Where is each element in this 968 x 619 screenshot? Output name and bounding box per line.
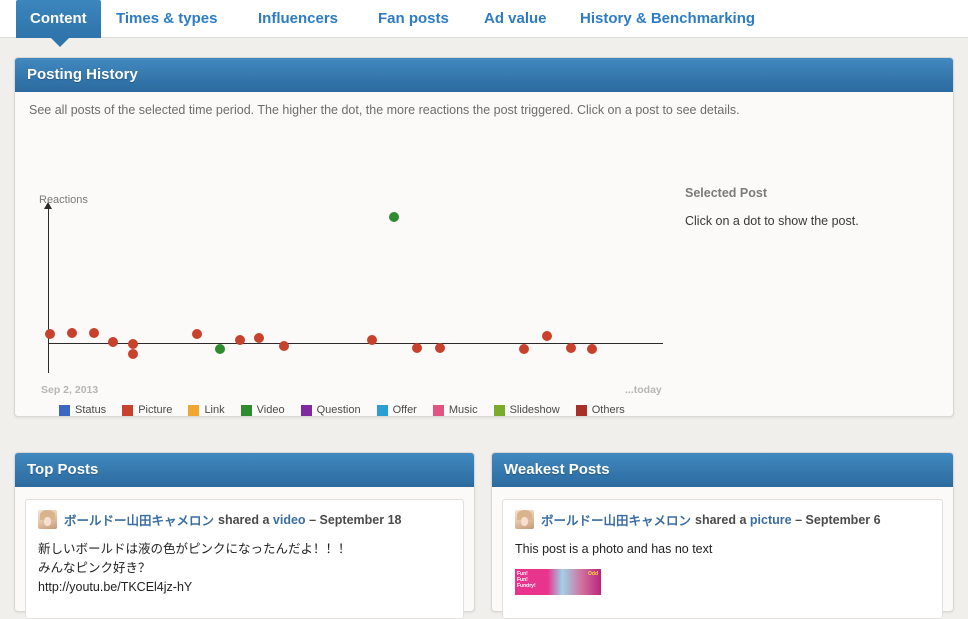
weakest-post-author[interactable]: ボールドー山田キャメロン xyxy=(541,510,691,529)
legend-swatch-slideshow-icon xyxy=(493,404,505,416)
chart-legend: Status Picture Link Video Question Offer Music… xyxy=(59,404,641,416)
weakest-post-card[interactable]: ボールドー山田キャメロン shared a picture – Septembe… xyxy=(502,499,943,619)
top-post-separator: – xyxy=(309,512,317,527)
weakest-posts-title: Weakest Posts xyxy=(492,453,953,487)
top-post-card[interactable]: ボールドー山田キャメロン shared a video – September … xyxy=(25,499,464,619)
top-posts-panel: Top Posts ボールドー山田キャメロン shared a video – … xyxy=(14,452,475,619)
legend-label: Music xyxy=(448,404,478,416)
legend-label: Offer xyxy=(392,404,417,416)
legend-label: Question xyxy=(316,404,361,416)
legend-swatch-offer-icon xyxy=(376,404,388,416)
top-post-verb: shared a xyxy=(218,512,270,527)
scatter-dot-picture-14[interactable] xyxy=(435,343,445,353)
legend-label: Status xyxy=(75,404,107,416)
legend-swatch-music-icon xyxy=(432,404,444,416)
weakest-post-header: ボールドー山田キャメロン shared a picture – Septembe… xyxy=(515,510,930,529)
x-axis-end-label: ...today xyxy=(625,384,662,396)
legend-item-status[interactable]: Status xyxy=(59,404,106,416)
scatter-dot-picture-2[interactable] xyxy=(89,328,99,338)
weakest-post-thumbnail[interactable]: Fun! Fun! Fundry! Odd xyxy=(515,569,601,595)
posting-history-panel: Posting History See all posts of the sel… xyxy=(14,57,954,417)
scatter-dot-picture-5[interactable] xyxy=(128,349,138,359)
thumbnail-badge: Odd xyxy=(588,571,598,577)
scatter-dot-picture-9[interactable] xyxy=(254,333,264,343)
scatter-dot-picture-1[interactable] xyxy=(67,328,77,338)
scatter-dot-picture-0[interactable] xyxy=(45,329,55,339)
avatar xyxy=(515,510,534,529)
posting-history-description: See all posts of the selected time perio… xyxy=(29,103,740,117)
scatter-dot-picture-3[interactable] xyxy=(108,337,118,347)
scatter-dot-picture-10[interactable] xyxy=(279,341,289,351)
scatter-dot-picture-8[interactable] xyxy=(235,335,245,345)
posting-history-chart[interactable]: Reactions Sep 2, 2013 ...today Status Pic… xyxy=(29,186,689,426)
legend-label: Picture xyxy=(138,404,173,416)
legend-label: Link xyxy=(204,404,225,416)
scatter-dot-picture-17[interactable] xyxy=(566,343,576,353)
weakest-post-type[interactable]: picture xyxy=(750,513,792,527)
legend-item-offer[interactable]: Offer xyxy=(376,404,417,416)
tab-content[interactable]: Content xyxy=(16,0,101,38)
scatter-dot-picture-4[interactable] xyxy=(128,339,138,349)
weakest-post-date: September 6 xyxy=(805,512,881,527)
top-post-type[interactable]: video xyxy=(273,513,306,527)
top-post-header: ボールドー山田キャメロン shared a video – September … xyxy=(38,510,451,529)
top-post-body: 新しいボールドは液の色がピンクになったんだよ！！！ みんなピンク好き？ http… xyxy=(38,542,351,594)
legend-item-picture[interactable]: Picture xyxy=(122,404,172,416)
tab-times-types[interactable]: Times & types xyxy=(116,0,217,38)
scatter-dot-video-7[interactable] xyxy=(215,344,225,354)
scatter-dot-picture-16[interactable] xyxy=(542,331,552,341)
legend-item-others[interactable]: Others xyxy=(575,404,625,416)
tab-influencers[interactable]: Influencers xyxy=(258,0,338,38)
selected-post-section: Selected Post Click on a dot to show the… xyxy=(685,186,941,228)
scatter-dot-picture-11[interactable] xyxy=(367,335,377,345)
weakest-post-separator: – xyxy=(795,512,803,527)
scatter-dot-picture-6[interactable] xyxy=(192,329,202,339)
active-tab-pointer-icon xyxy=(51,38,69,47)
weakest-post-verb: shared a xyxy=(695,512,747,527)
y-axis-line xyxy=(48,208,49,373)
legend-label: Others xyxy=(591,404,625,416)
legend-item-question[interactable]: Question xyxy=(300,404,361,416)
thumbnail-caption: Fun! Fun! Fundry! xyxy=(517,571,536,589)
selected-post-hint: Click on a dot to show the post. xyxy=(685,214,859,228)
legend-swatch-video-icon xyxy=(240,404,252,416)
tab-fan-posts[interactable]: Fan posts xyxy=(378,0,449,38)
tab-history-benchmarking[interactable]: History & Benchmarking xyxy=(580,0,755,38)
scatter-dot-picture-15[interactable] xyxy=(519,344,529,354)
weakest-posts-panel: Weakest Posts ボールドー山田キャメロン shared a pict… xyxy=(491,452,954,619)
legend-label: Video xyxy=(256,404,285,416)
main-tab-bar: Content Times & types Influencers Fan po… xyxy=(0,0,968,47)
top-post-date: September 18 xyxy=(319,512,402,527)
top-post-author[interactable]: ボールドー山田キャメロン xyxy=(64,510,214,529)
legend-swatch-others-icon xyxy=(575,404,587,416)
legend-swatch-link-icon xyxy=(188,404,200,416)
posting-history-title: Posting History xyxy=(15,58,953,92)
avatar xyxy=(38,510,57,529)
scatter-dot-video-12[interactable] xyxy=(389,212,399,222)
legend-swatch-picture-icon xyxy=(122,404,134,416)
legend-item-link[interactable]: Link xyxy=(188,404,225,416)
top-posts-title: Top Posts xyxy=(15,453,474,487)
tab-ad-value[interactable]: Ad value xyxy=(484,0,547,38)
legend-swatch-status-icon xyxy=(59,404,70,416)
legend-label: Slideshow xyxy=(509,404,560,416)
scatter-dot-picture-18[interactable] xyxy=(587,344,597,354)
legend-swatch-question-icon xyxy=(300,404,312,416)
selected-post-title: Selected Post xyxy=(685,186,767,200)
weakest-post-body: This post is a photo and has no text xyxy=(515,542,713,556)
legend-item-music[interactable]: Music xyxy=(432,404,478,416)
scatter-dot-picture-13[interactable] xyxy=(412,343,422,353)
legend-item-slideshow[interactable]: Slideshow xyxy=(493,404,560,416)
posting-history-body: See all posts of the selected time perio… xyxy=(15,92,953,117)
legend-item-video[interactable]: Video xyxy=(240,404,285,416)
x-axis-start-label: Sep 2, 2013 xyxy=(41,384,99,396)
